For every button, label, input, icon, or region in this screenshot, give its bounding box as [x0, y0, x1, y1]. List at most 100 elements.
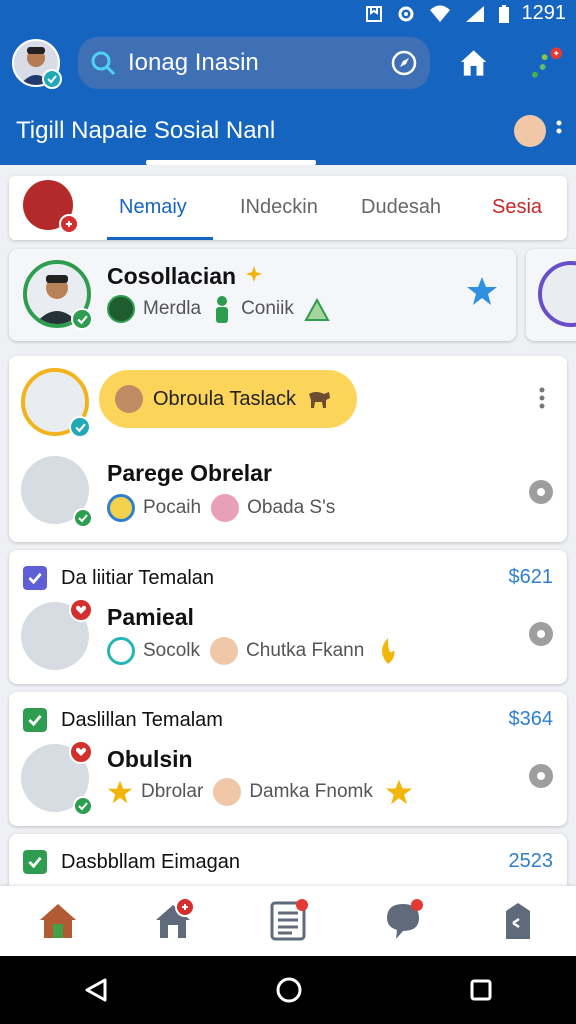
feed-amount: 2523 [508, 850, 554, 872]
feed-item-2: Damka Fnomk [249, 781, 373, 802]
feed-avatar[interactable] [21, 740, 93, 816]
check-badge [71, 308, 93, 330]
feed-header: Da liitiar Temalan [23, 566, 214, 590]
signal-icon [465, 5, 484, 22]
tag-icon [506, 903, 531, 939]
search-input[interactable]: Ionag Inasin [128, 49, 390, 77]
title-indicator [146, 160, 316, 165]
feed-subrow: Dbrolar Damka Fnomk [107, 778, 413, 806]
pill-text: Obroula Taslack [153, 387, 297, 410]
feed-card-2[interactable]: Daslillan Temalam $364 Obulsin Dbrolar D… [9, 692, 567, 826]
feed-item-1: Socolk [143, 640, 201, 661]
feed-subrow: Socolk Chutka Fkann [107, 636, 396, 666]
compass-icon[interactable] [390, 49, 418, 77]
sparkle-icon [246, 266, 262, 282]
heart-badge [69, 740, 93, 764]
story-card[interactable]: Cosollacian Merdla Coniik [9, 249, 516, 341]
story-item-1: Merdla [143, 298, 202, 319]
pin-icon[interactable] [529, 480, 553, 504]
home-icon[interactable] [458, 47, 489, 79]
check-badge [73, 508, 93, 528]
clock: 1291 [521, 2, 567, 24]
story-avatar[interactable] [23, 260, 93, 330]
verified-badge [69, 416, 91, 438]
bottom-nav [0, 886, 576, 956]
more-icon[interactable] [539, 386, 545, 410]
app-bar: Ionag Inasin [0, 27, 576, 99]
notification-icon [365, 5, 382, 22]
small-avatar[interactable] [514, 115, 546, 147]
pin-icon[interactable] [529, 764, 553, 788]
tabs-avatar[interactable] [23, 180, 79, 234]
feed-header: Daslillan Temalam [23, 708, 223, 732]
feed-header-text: Da liitiar Temalan [61, 566, 215, 589]
mini-avatar [213, 778, 242, 806]
feed-header-text: Daslillan Temalam [61, 708, 223, 731]
post-pill[interactable]: Obroula Taslack [99, 370, 357, 428]
page-title: Tigill Napaie Sosial Nanl [16, 117, 276, 144]
check-icon [23, 566, 47, 590]
feed-name: Pamieal [107, 604, 194, 630]
post-author-avatar[interactable] [21, 368, 91, 438]
story-next-avatar[interactable] [538, 261, 576, 327]
story-subrow: Merdla Coniik [107, 295, 330, 323]
feed-item-1: Dbrolar [141, 781, 204, 802]
feed-name: Obulsin [107, 746, 193, 772]
star-icon [107, 780, 133, 804]
feed-amount: $621 [508, 566, 554, 588]
star-icon[interactable] [466, 275, 498, 307]
mini-avatar [211, 494, 240, 522]
wifi-icon [429, 5, 450, 22]
moon-icon [382, 638, 395, 664]
check-badge [73, 796, 93, 816]
post-subrow: Pocaih Obada S's [107, 494, 335, 522]
status-bar: 1291 [0, 0, 576, 27]
tab-indeckin[interactable]: INdeckin [240, 196, 318, 219]
verified-badge [42, 69, 62, 89]
settings-icon [398, 6, 413, 21]
story-next-card[interactable] [526, 249, 576, 341]
profile-avatar[interactable] [12, 39, 62, 89]
post-item-2: Obada S's [247, 497, 336, 518]
post-item-1: Pocaih [143, 497, 202, 518]
feed-avatar[interactable] [21, 598, 93, 670]
feed-header: Dasbbllam Eimagan [23, 850, 240, 874]
nav-chat[interactable] [379, 897, 427, 945]
nav-add-home[interactable] [149, 897, 197, 945]
add-badge [59, 214, 79, 234]
tab-nemaiy[interactable]: Nemaiy [119, 196, 187, 219]
mini-avatar [107, 295, 135, 323]
animal-icon [309, 392, 331, 408]
star-icon [385, 779, 412, 805]
feed-amount: $364 [508, 708, 554, 730]
feed-card-1[interactable]: Da liitiar Temalan $621 Pamieal Socolk C… [9, 550, 567, 684]
nav-news[interactable] [264, 897, 312, 945]
search-bar[interactable]: Ionag Inasin [78, 37, 430, 89]
dots-icon[interactable] [529, 45, 564, 81]
tabs-card: Nemaiy INdeckin Dudesah Sesia [9, 176, 567, 240]
circle-home-icon[interactable] [275, 976, 303, 1004]
search-icon [91, 51, 116, 76]
post-avatar[interactable] [21, 456, 93, 528]
tab-dudesah[interactable]: Dudesah [361, 196, 441, 219]
kebab-icon[interactable] [556, 119, 562, 143]
pin-icon[interactable] [529, 622, 553, 646]
person-green-icon [216, 296, 229, 323]
recents-icon[interactable] [469, 978, 493, 1002]
tab-sesia[interactable]: Sesia [492, 196, 542, 219]
feed-item-2: Chutka Fkann [246, 640, 365, 661]
nav-tag[interactable] [494, 897, 542, 945]
feed-header-text: Dasbbllam Eimagan [61, 850, 240, 873]
add-badge [174, 897, 195, 917]
nav-home[interactable] [34, 897, 82, 945]
mini-avatar [107, 637, 135, 665]
back-icon[interactable] [83, 977, 109, 1003]
mountain-icon [304, 297, 330, 321]
post-card[interactable]: Obroula Taslack Parege Obrelar Pocaih Ob… [9, 356, 567, 542]
battery-icon [498, 4, 509, 23]
home-icon [39, 904, 76, 938]
mini-avatar [210, 637, 239, 665]
heart-badge [69, 598, 93, 622]
post-name: Parege Obrelar [107, 460, 272, 486]
tab-underline [107, 237, 213, 240]
